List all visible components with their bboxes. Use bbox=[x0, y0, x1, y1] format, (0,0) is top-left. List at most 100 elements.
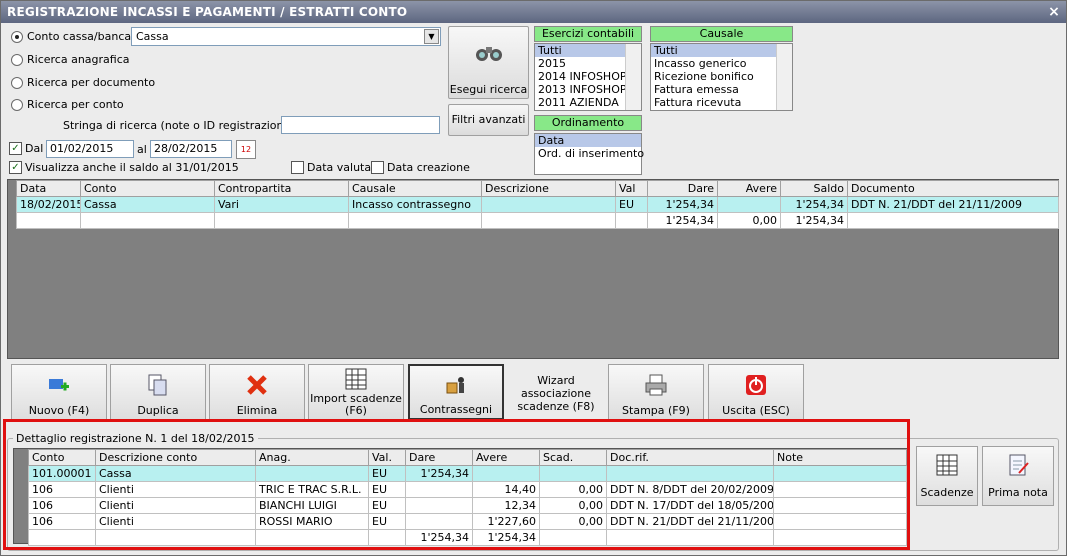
conto-select[interactable]: Cassa ▼ bbox=[131, 27, 441, 46]
cell bbox=[481, 212, 616, 229]
causale-scrollbar[interactable] bbox=[776, 44, 792, 110]
esercizi-header: Esercizi contabili bbox=[534, 26, 642, 42]
conto-select-value: Cassa bbox=[136, 30, 169, 43]
uscita-button[interactable]: Uscita (ESC) bbox=[708, 364, 804, 420]
column-header[interactable]: Val bbox=[615, 180, 648, 197]
main-grid-table: Data Conto Contropartita Causale Descriz… bbox=[16, 180, 1059, 229]
ordinamento-list[interactable]: Data Ord. di inserimento bbox=[534, 133, 644, 175]
cell bbox=[847, 212, 1059, 229]
checkbox-icon bbox=[291, 161, 304, 174]
cell bbox=[80, 212, 215, 229]
note-edit-icon bbox=[1009, 454, 1029, 476]
main-grid[interactable]: Data Conto Contropartita Causale Descriz… bbox=[7, 179, 1059, 359]
chevron-down-icon[interactable]: ▼ bbox=[424, 29, 439, 44]
table-total-row: 1'254,34 0,00 1'254,34 bbox=[16, 212, 1059, 229]
data-valuta-checkbox[interactable]: Data valuta bbox=[291, 161, 371, 174]
cell bbox=[615, 212, 648, 229]
cell bbox=[16, 212, 81, 229]
list-item[interactable]: Fattura ricevuta bbox=[651, 96, 792, 109]
cell: 1'254,34 bbox=[647, 212, 718, 229]
column-header[interactable]: Avere bbox=[717, 180, 781, 197]
radio-label: Conto cassa/banca bbox=[27, 30, 132, 43]
uscita-label: Uscita (ESC) bbox=[722, 404, 790, 417]
column-header[interactable]: Dare bbox=[647, 180, 718, 197]
stringa-input[interactable] bbox=[281, 116, 440, 134]
al-date-input[interactable]: 28/02/2015 bbox=[150, 140, 232, 158]
esegui-ricerca-button[interactable]: Esegui ricerca bbox=[448, 26, 529, 99]
radio-icon bbox=[11, 53, 23, 66]
dal-checkbox[interactable]: ✓ Dal bbox=[9, 142, 43, 155]
annotation-highlight bbox=[3, 419, 910, 550]
list-item[interactable]: Fattura emessa bbox=[651, 83, 792, 96]
spreadsheet-icon bbox=[936, 454, 958, 476]
prima-nota-button[interactable]: Prima nota bbox=[982, 446, 1054, 506]
column-header[interactable]: Documento bbox=[847, 180, 1059, 197]
radio-label: Ricerca per documento bbox=[27, 76, 156, 89]
contrassegni-button[interactable]: Contrassegni bbox=[408, 364, 504, 420]
column-header[interactable]: Contropartita bbox=[214, 180, 349, 197]
saldo-label: Visualizza anche il saldo al 31/01/2015 bbox=[25, 161, 239, 174]
column-header[interactable]: Conto bbox=[80, 180, 215, 197]
cell: Vari bbox=[214, 196, 349, 213]
wizard-button[interactable]: Wizard associazione scadenze (F8) bbox=[508, 364, 604, 420]
scadenze-label: Scadenze bbox=[920, 486, 974, 499]
elimina-label: Elimina bbox=[236, 404, 278, 417]
column-header[interactable]: Saldo bbox=[780, 180, 848, 197]
list-item[interactable]: Ord. di inserimento bbox=[535, 147, 644, 160]
dal-date-input[interactable]: 01/02/2015 bbox=[46, 140, 134, 158]
import-scadenze-button[interactable]: Import scadenze (F6) bbox=[308, 364, 404, 420]
radio-ricerca-conto[interactable]: Ricerca per conto bbox=[11, 98, 124, 111]
radio-label: Ricerca anagrafica bbox=[27, 53, 130, 66]
filtri-avanzati-button[interactable]: Filtri avanzati bbox=[448, 104, 529, 136]
cell bbox=[214, 212, 349, 229]
radio-label: Ricerca per conto bbox=[27, 98, 124, 111]
nuovo-button[interactable]: Nuovo (F4) bbox=[11, 364, 107, 420]
ordinamento-header: Ordinamento bbox=[534, 115, 642, 131]
esercizi-scrollbar[interactable] bbox=[625, 44, 641, 110]
esegui-label: Esegui ricerca bbox=[449, 83, 528, 96]
stampa-button[interactable]: Stampa (F9) bbox=[608, 364, 704, 420]
radio-ricerca-anagrafica[interactable]: Ricerca anagrafica bbox=[11, 53, 130, 66]
column-header[interactable]: Data bbox=[16, 180, 81, 197]
cell: Cassa bbox=[80, 196, 215, 213]
main-window: REGISTRAZIONE INCASSI E PAGAMENTI / ESTR… bbox=[0, 0, 1067, 556]
delete-icon bbox=[247, 375, 267, 395]
esercizi-list[interactable]: Tutti 2015 2014 INFOSHOP 2013 INFOSHOP 2… bbox=[534, 43, 642, 111]
radio-conto-cassa[interactable]: Conto cassa/banca bbox=[11, 30, 131, 43]
cell: DDT N. 21/DDT del 21/11/2009 bbox=[847, 196, 1059, 213]
duplicate-icon bbox=[148, 374, 167, 396]
stampa-label: Stampa (F9) bbox=[622, 404, 690, 417]
column-header[interactable]: Causale bbox=[348, 180, 482, 197]
wizard-label: Wizard associazione scadenze (F8) bbox=[517, 374, 595, 413]
list-item[interactable]: Tutti bbox=[651, 44, 792, 57]
binoculars-icon bbox=[476, 47, 502, 61]
radio-checked-icon bbox=[11, 30, 23, 43]
cell: 18/02/2015 bbox=[16, 196, 81, 213]
radio-ricerca-documento[interactable]: Ricerca per documento bbox=[11, 76, 155, 89]
contrassegni-label: Contrassegni bbox=[419, 403, 493, 416]
dal-label: Dal bbox=[25, 142, 44, 155]
data-creazione-checkbox[interactable]: Data creazione bbox=[371, 161, 470, 174]
causale-list[interactable]: Tutti Incasso generico Ricezione bonific… bbox=[650, 43, 793, 111]
list-item[interactable]: Ricezione bonifico bbox=[651, 70, 792, 83]
list-item[interactable]: Incasso generico bbox=[651, 57, 792, 70]
cell: 1'254,34 bbox=[780, 212, 848, 229]
duplica-label: Duplica bbox=[137, 404, 179, 417]
calendar-icon[interactable]: 12 bbox=[236, 140, 256, 159]
spreadsheet-icon bbox=[345, 368, 367, 390]
elimina-button[interactable]: Elimina bbox=[209, 364, 305, 420]
duplica-button[interactable]: Duplica bbox=[110, 364, 206, 420]
list-item[interactable]: Data bbox=[535, 134, 641, 147]
close-icon[interactable]: × bbox=[1048, 1, 1060, 23]
cell: 1'254,34 bbox=[647, 196, 718, 213]
nuovo-label: Nuovo (F4) bbox=[28, 404, 90, 417]
scadenze-button[interactable]: Scadenze bbox=[916, 446, 978, 506]
cell: 1'254,34 bbox=[780, 196, 848, 213]
column-header[interactable]: Descrizione bbox=[481, 180, 616, 197]
stringa-label: Stringa di ricerca (note o ID registrazi… bbox=[63, 119, 302, 132]
radio-icon bbox=[11, 76, 23, 89]
power-icon bbox=[746, 375, 766, 395]
saldo-checkbox[interactable]: ✓ Visualizza anche il saldo al 31/01/2015 bbox=[9, 161, 239, 174]
table-row[interactable]: 18/02/2015 Cassa Vari Incasso contrasseg… bbox=[16, 196, 1059, 213]
radio-icon bbox=[11, 98, 23, 111]
